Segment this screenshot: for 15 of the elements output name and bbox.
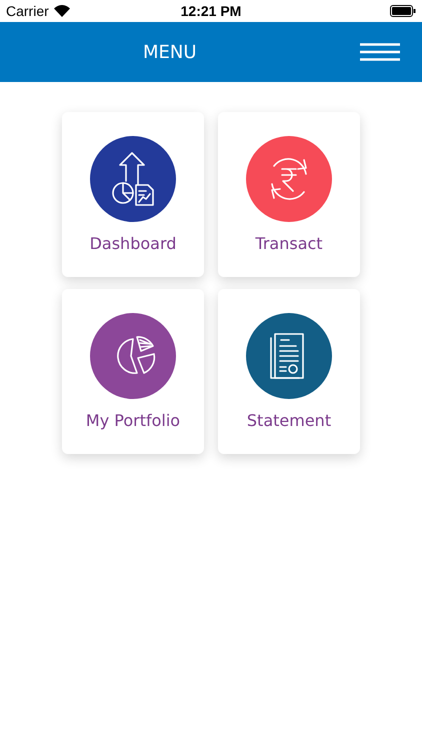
header-title: MENU — [143, 42, 197, 62]
carrier-name: Carrier — [6, 3, 49, 19]
menu-label: Dashboard — [90, 234, 176, 253]
menu-card[interactable]: Statement — [218, 289, 360, 454]
growth-chart-icon — [110, 151, 156, 207]
battery-icon — [390, 5, 416, 17]
status-time: 12:21 PM — [180, 3, 242, 19]
menu-card[interactable]: Dashboard — [62, 112, 204, 277]
menu-icon[interactable] — [360, 43, 400, 61]
menu-label: My Portfolio — [86, 411, 180, 430]
menu-label: Transact — [255, 234, 323, 253]
menu-card[interactable]: Transact — [218, 112, 360, 277]
wifi-icon — [54, 5, 70, 17]
menu-card[interactable]: My Portfolio — [62, 289, 204, 454]
menu-label: Statement — [246, 411, 332, 430]
